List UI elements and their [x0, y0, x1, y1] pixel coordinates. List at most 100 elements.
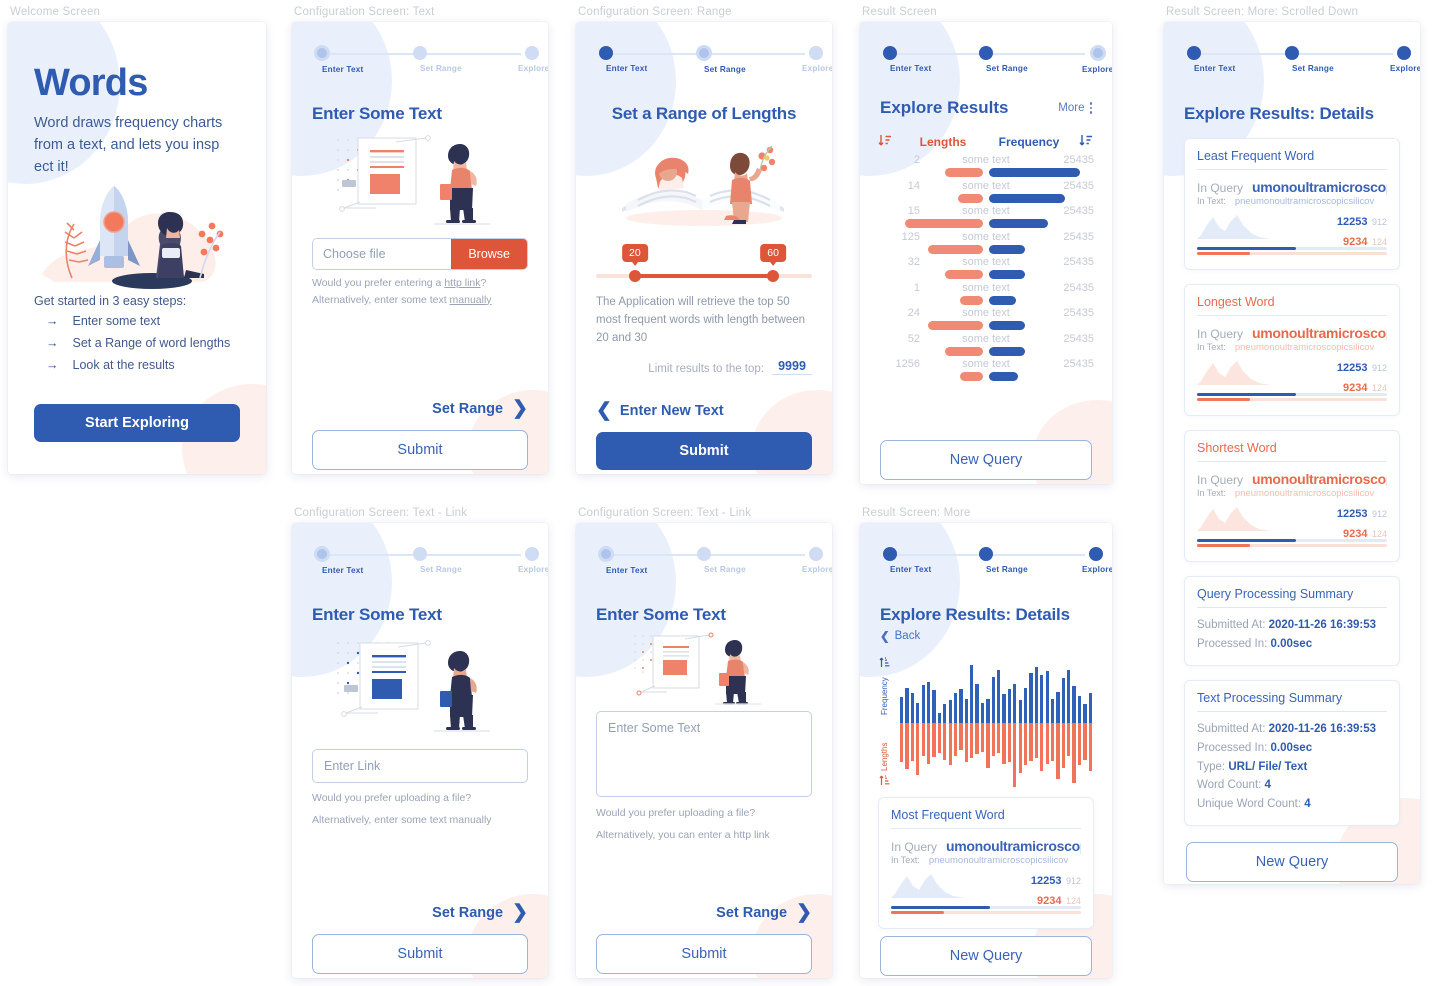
chevron-right-icon: ❯ [512, 902, 528, 923]
new-query-button[interactable]: New Query [880, 936, 1092, 976]
manual-link[interactable]: manually [450, 294, 492, 306]
chart-bar-pair [948, 655, 952, 791]
sort-frequency-icon[interactable] [879, 655, 891, 673]
chart-bar-frequency [986, 698, 990, 723]
chart-bar-frequency [1029, 672, 1033, 723]
column-header-frequency[interactable]: Frequency [986, 135, 1072, 149]
stepper-dot [696, 45, 712, 61]
chevron-right-icon: ❯ [512, 398, 528, 419]
in-text-value: pneumonoultramicroscopicsilicov [1234, 196, 1375, 207]
in-text-label: In Text: [1197, 196, 1226, 206]
stat-top-sub: 912 [1371, 217, 1387, 227]
row-frequency-bar [989, 168, 1081, 177]
stepper-dot [413, 46, 427, 60]
file-input-row[interactable]: Choose file Browse [312, 238, 528, 270]
panel-config-manual: Configuration Screen: Text - Link Enter … [576, 507, 832, 978]
chart-bar-pair [921, 655, 925, 791]
link-input[interactable]: Enter Link [312, 749, 528, 783]
file-input-display[interactable]: Choose file [313, 239, 452, 269]
panel-caption-config-text: Configuration Screen: Text [294, 6, 435, 18]
enter-new-text-back-button[interactable]: ❮ Enter New Text [596, 401, 812, 420]
progress-stepper: Enter Text Set Range Explore [312, 546, 548, 585]
table-row[interactable]: 14 some text 25435 [878, 180, 1094, 206]
submit-button[interactable]: Submit [312, 430, 528, 470]
stepper-dot [1397, 46, 1411, 60]
stepper-dot [1089, 547, 1103, 561]
more-menu-button[interactable]: More [1058, 102, 1092, 114]
chart-bar-pair [1013, 655, 1017, 791]
stepper-dot [525, 46, 539, 60]
chart-bar-length [1007, 723, 1012, 763]
set-range-next-button[interactable]: Set Range ❯ [312, 399, 528, 418]
chart-bar-length [905, 723, 909, 770]
stepper-dot [314, 45, 330, 61]
submit-button[interactable]: Submit [312, 934, 528, 974]
panel-caption-welcome: Welcome Screen [10, 6, 101, 18]
chart-bar-frequency [1034, 667, 1039, 723]
chart-bar-frequency [1007, 689, 1012, 723]
new-query-button[interactable]: New Query [1186, 842, 1398, 882]
limit-results-input[interactable]: 9999 [772, 359, 812, 376]
chart-bar-length [948, 723, 952, 766]
limit-results-label: Limit results to the top: [648, 363, 764, 376]
slider-min-handle[interactable] [628, 270, 641, 282]
text-textarea[interactable]: Enter Some Text [596, 711, 812, 797]
submit-button[interactable]: Submit [596, 432, 812, 470]
length-range-slider[interactable]: 20 60 [596, 244, 812, 288]
table-row[interactable]: 2 some text 25435 [878, 154, 1094, 180]
new-query-button[interactable]: New Query [880, 440, 1092, 480]
kebab-menu-icon [1089, 102, 1092, 114]
hint-manual-entry: Alternatively, enter some text manually [312, 293, 528, 309]
stat-bottom-sub: 124 [1371, 237, 1387, 247]
chart-bar-length [921, 723, 925, 756]
set-range-next-button[interactable]: Set Range ❯ [596, 903, 812, 922]
back-button[interactable]: ❮ Back [880, 629, 1092, 643]
in-text-label: In Text: [1197, 488, 1226, 498]
row-sample-text: some text [962, 179, 1010, 192]
chart-bar-pair [1007, 655, 1012, 791]
chart-bar-frequency [1077, 695, 1082, 723]
panel-caption-config-link: Configuration Screen: Text - Link [294, 507, 468, 519]
chart-bar-frequency [980, 702, 985, 723]
row-frequency-bar [989, 219, 1048, 228]
stat-top-value: 12253 [1030, 875, 1062, 887]
table-row[interactable]: 24 some text 25435 [878, 307, 1094, 333]
sort-lengths-icon[interactable] [878, 134, 900, 150]
welcome-step-label: Enter some text [72, 314, 161, 329]
range-description: The Application will retrieve the top 50… [596, 296, 806, 344]
sort-frequency-icon[interactable] [1072, 134, 1094, 150]
stepper-dot [1285, 46, 1299, 60]
table-row[interactable]: 1 some text 25435 [878, 282, 1094, 308]
stepper-dot [809, 547, 823, 561]
set-range-next-button[interactable]: Set Range ❯ [312, 903, 528, 922]
chart-bar-length [1061, 723, 1065, 768]
sort-lengths-icon[interactable] [879, 773, 891, 791]
table-row[interactable]: 32 some text 25435 [878, 256, 1094, 282]
row-length-bar [960, 295, 983, 305]
hint-manual-entry: Alternatively, enter some text manually [312, 813, 492, 826]
chart-bar-length [1050, 723, 1055, 762]
meters [1197, 393, 1387, 401]
table-row[interactable]: 52 some text 25435 [878, 333, 1094, 359]
stat-top-row: 12253 912 [1337, 211, 1387, 231]
table-row[interactable]: 15 some text 25435 [878, 205, 1094, 231]
chart-bar-length [997, 723, 1001, 753]
sparkline-icon [891, 874, 997, 898]
chart-bar-length [1034, 723, 1039, 759]
divider [1197, 461, 1387, 462]
table-row[interactable]: 1256 some text 25435 [878, 358, 1094, 384]
document-person-illustration [576, 625, 832, 709]
browse-button[interactable]: Browse [451, 239, 527, 269]
http-link[interactable]: http link [444, 277, 480, 289]
table-row[interactable]: 125 some text 25435 [878, 231, 1094, 257]
chart-bar-pair [1034, 655, 1039, 791]
column-header-lengths[interactable]: Lengths [900, 135, 986, 149]
row-frequency-bar [989, 295, 1016, 305]
chart-bar-frequency [1045, 671, 1049, 723]
set-range-next-label: Set Range [432, 904, 504, 921]
slider-max-handle[interactable] [767, 270, 780, 282]
chart-bar-frequency [1056, 691, 1060, 723]
submit-button[interactable]: Submit [596, 934, 812, 974]
hint-text: Would you prefer entering a [312, 277, 445, 289]
start-exploring-button[interactable]: Start Exploring [34, 404, 240, 442]
